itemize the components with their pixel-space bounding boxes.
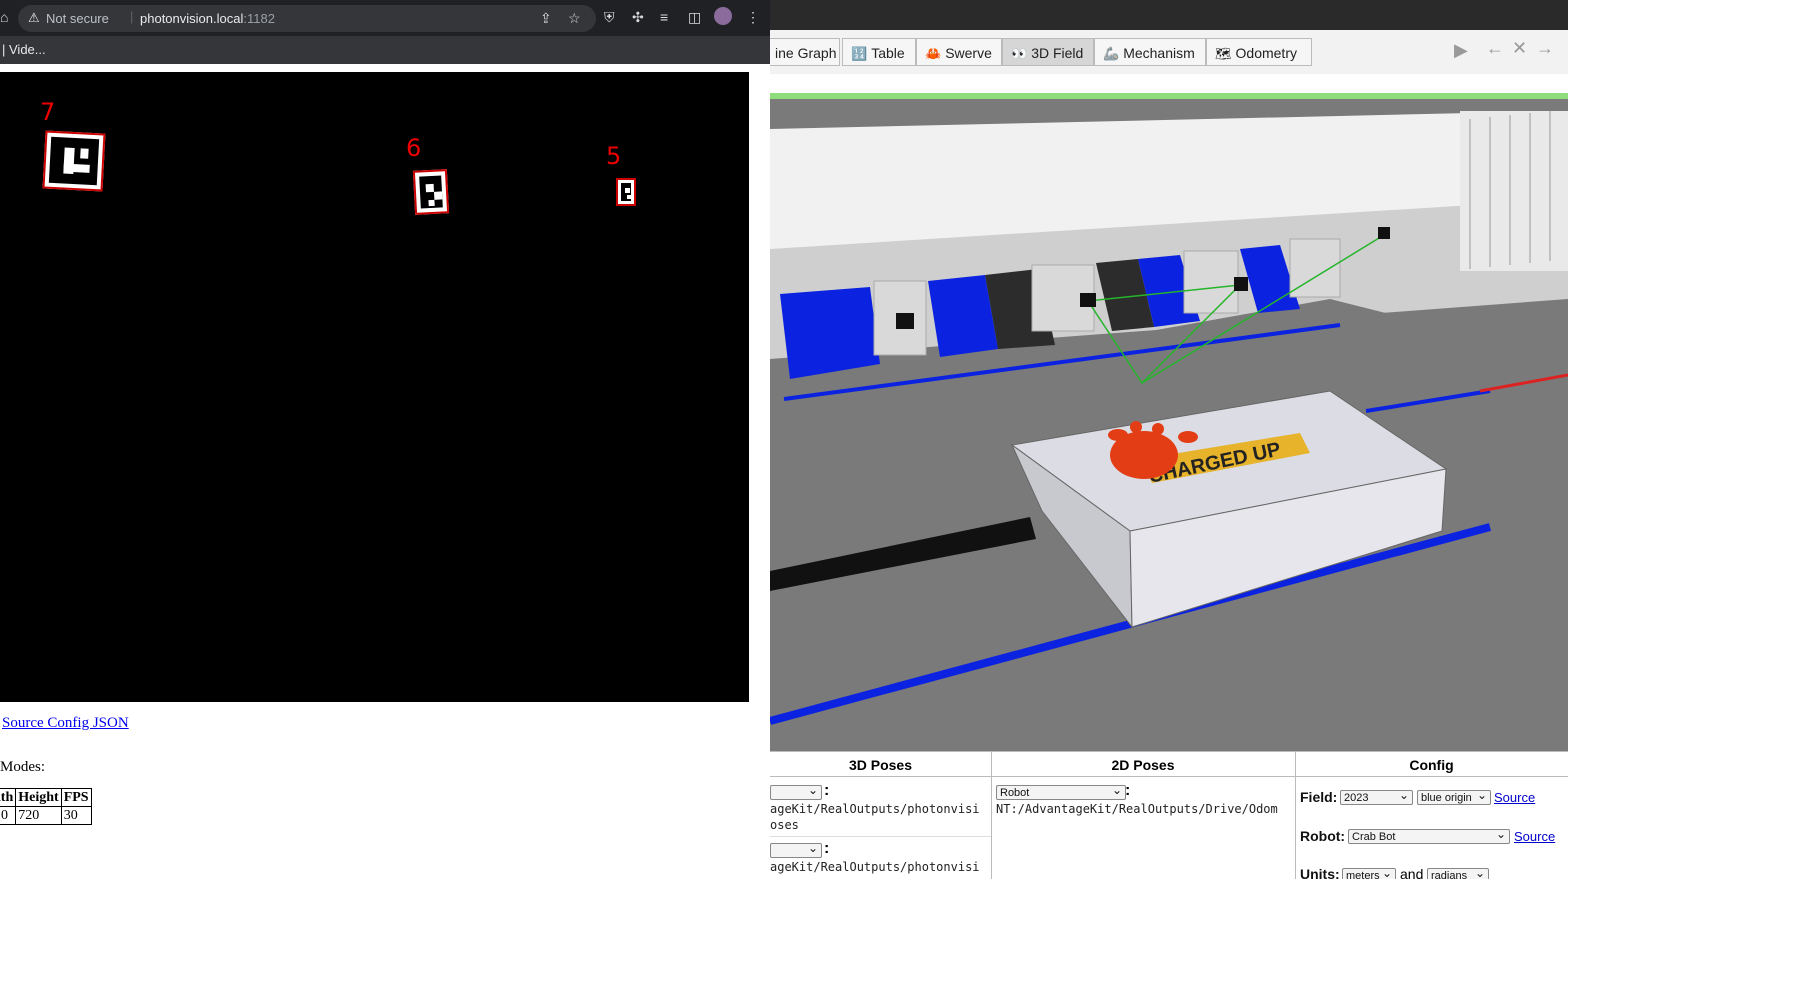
- pose-path[interactable]: ageKit/RealOutputs/photonvisi: [770, 860, 980, 874]
- bottom-config-panel: 3D Poses : ageKit/RealOutputs/photonvisi…: [770, 751, 1568, 879]
- table-row: 0 720 30: [0, 806, 92, 825]
- modes-table: dth Height FPS 0 720 30: [0, 788, 92, 825]
- tab-bar: ine Graph 🔢 Table 🦀 Swerve 👀 3D Field 🦾 Mech…: [770, 30, 1568, 74]
- apriltag: [42, 130, 106, 192]
- tab-mechanism[interactable]: 🦾 Mechanism: [1094, 38, 1206, 66]
- robot-select[interactable]: Crab Bot: [1348, 827, 1510, 844]
- table-header-row: dth Height FPS: [0, 788, 92, 807]
- tag-id-label: 5: [606, 142, 622, 170]
- url-host: photonvision.local: [140, 11, 244, 26]
- address-bar[interactable]: ⚠ Not secure | photonvision.local:1182 ⇪…: [18, 5, 596, 32]
- not-secure-label[interactable]: Not secure: [46, 11, 109, 26]
- config-column: Config Field: 2023 blue origin Source Ro…: [1295, 752, 1568, 879]
- pose-path-cont[interactable]: oses: [770, 818, 799, 832]
- play-icon[interactable]: ▶: [1454, 40, 1468, 61]
- window-titlebar: [770, 0, 1568, 30]
- poses-3d-column: 3D Poses : ageKit/RealOutputs/photonvisi…: [770, 752, 992, 879]
- pose-type-select[interactable]: [770, 783, 822, 800]
- timeline-area[interactable]: [770, 74, 1568, 93]
- apriltag: [412, 169, 450, 215]
- share-icon[interactable]: ⇪: [540, 10, 552, 27]
- table-cell: 30: [60, 806, 92, 825]
- bookmark-bar: | Vide...: [0, 36, 770, 64]
- tab-label: Table: [871, 45, 905, 61]
- home-icon[interactable]: ⌂: [0, 9, 8, 25]
- tab-label: Mechanism: [1123, 45, 1195, 61]
- angle-units-select[interactable]: radians: [1427, 866, 1489, 879]
- puzzle-icon[interactable]: ✣: [632, 9, 644, 26]
- column-header: dth: [0, 788, 17, 807]
- source-config-link[interactable]: Source Config JSON: [2, 715, 129, 732]
- pose-2d-select[interactable]: Robot: [996, 783, 1126, 800]
- crab-icon: 🦀: [925, 46, 942, 61]
- field-render: CHARGED UP: [770, 111, 1568, 751]
- tab-label: Odometry: [1235, 45, 1297, 61]
- close-icon[interactable]: ✕: [1512, 38, 1527, 59]
- config-title: Config: [1295, 752, 1568, 777]
- and-label: and: [1400, 866, 1424, 879]
- bookmark-item[interactable]: | Vide...: [2, 42, 46, 57]
- tab-label: ine Graph: [775, 45, 837, 61]
- media-icon[interactable]: ≡: [660, 9, 668, 25]
- advantagescope-window: ine Graph 🔢 Table 🦀 Swerve 👀 3D Field 🦾 Mech…: [770, 0, 1568, 879]
- colon-label: :: [824, 782, 830, 799]
- tab-label: Swerve: [945, 45, 992, 61]
- browser-window: ⌂ ⚠ Not secure | photonvision.local:1182…: [0, 0, 770, 879]
- sidepanel-icon[interactable]: ◫: [688, 9, 701, 26]
- table-cell: 0: [0, 806, 17, 825]
- poses-2d-column: 2D Poses Robot : NT:/AdvantageKit/RealOu…: [991, 752, 1296, 879]
- kebab-menu-icon[interactable]: ⋮: [746, 9, 760, 26]
- tab-3d-field[interactable]: 👀 3D Field: [1002, 38, 1094, 66]
- origin-select[interactable]: blue origin: [1417, 788, 1491, 805]
- divider: [770, 836, 991, 837]
- robot-source-link[interactable]: Source: [1514, 829, 1555, 844]
- table-cell: 720: [15, 806, 62, 825]
- tab-odometry[interactable]: 🗺 Odometry: [1206, 38, 1312, 66]
- tag-id-label: 6: [406, 134, 422, 162]
- url-text[interactable]: photonvision.local:1182: [140, 11, 275, 26]
- poses-2d-title: 2D Poses: [991, 752, 1295, 777]
- apriltag: [616, 178, 636, 206]
- pose-2d-path[interactable]: NT:/AdvantageKit/RealOutputs/Drive/Odom: [996, 802, 1278, 816]
- robot-label: Robot:: [1300, 828, 1346, 844]
- profile-avatar[interactable]: [714, 7, 732, 25]
- units-label: Units:: [1300, 866, 1340, 879]
- arrow-right-icon[interactable]: →: [1536, 38, 1554, 59]
- shield-extension-icon[interactable]: ⛨: [604, 9, 615, 26]
- tab-line-graph[interactable]: ine Graph: [770, 38, 840, 66]
- arm-icon: 🦾: [1103, 46, 1120, 61]
- colon-label: :: [1125, 782, 1131, 799]
- map-icon: 🗺: [1215, 46, 1232, 61]
- star-icon[interactable]: ☆: [568, 10, 581, 27]
- camera-stream: 7 6 5: [0, 72, 749, 702]
- field-label: Field:: [1300, 789, 1338, 805]
- pose-type-select[interactable]: [770, 841, 822, 858]
- field-select[interactable]: 2023: [1340, 788, 1413, 805]
- eyes-icon: 👀: [1011, 46, 1028, 61]
- warning-icon[interactable]: ⚠: [28, 10, 40, 26]
- tab-table[interactable]: 🔢 Table: [842, 38, 916, 66]
- tab-label: 3D Field: [1031, 45, 1084, 61]
- browser-toolbar: ⌂ ⚠ Not secure | photonvision.local:1182…: [0, 0, 770, 36]
- address-separator: |: [130, 9, 134, 24]
- field-source-link[interactable]: Source: [1494, 790, 1535, 805]
- url-port: :1182: [243, 11, 275, 26]
- poses-3d-title: 3D Poses: [770, 752, 991, 777]
- colon-label: :: [824, 840, 830, 857]
- distance-units-select[interactable]: meters: [1342, 866, 1396, 879]
- table-icon: 🔢: [851, 46, 868, 61]
- column-header: FPS: [60, 788, 92, 807]
- column-header: Height: [15, 788, 62, 807]
- arrow-left-icon[interactable]: ←: [1486, 38, 1504, 59]
- tab-swerve[interactable]: 🦀 Swerve: [916, 38, 1002, 66]
- tag-id-label: 7: [40, 98, 56, 126]
- 3d-field-view[interactable]: CHARGED UP: [770, 99, 1568, 751]
- pose-path[interactable]: ageKit/RealOutputs/photonvisi: [770, 802, 980, 816]
- modes-label: Modes:: [0, 759, 45, 775]
